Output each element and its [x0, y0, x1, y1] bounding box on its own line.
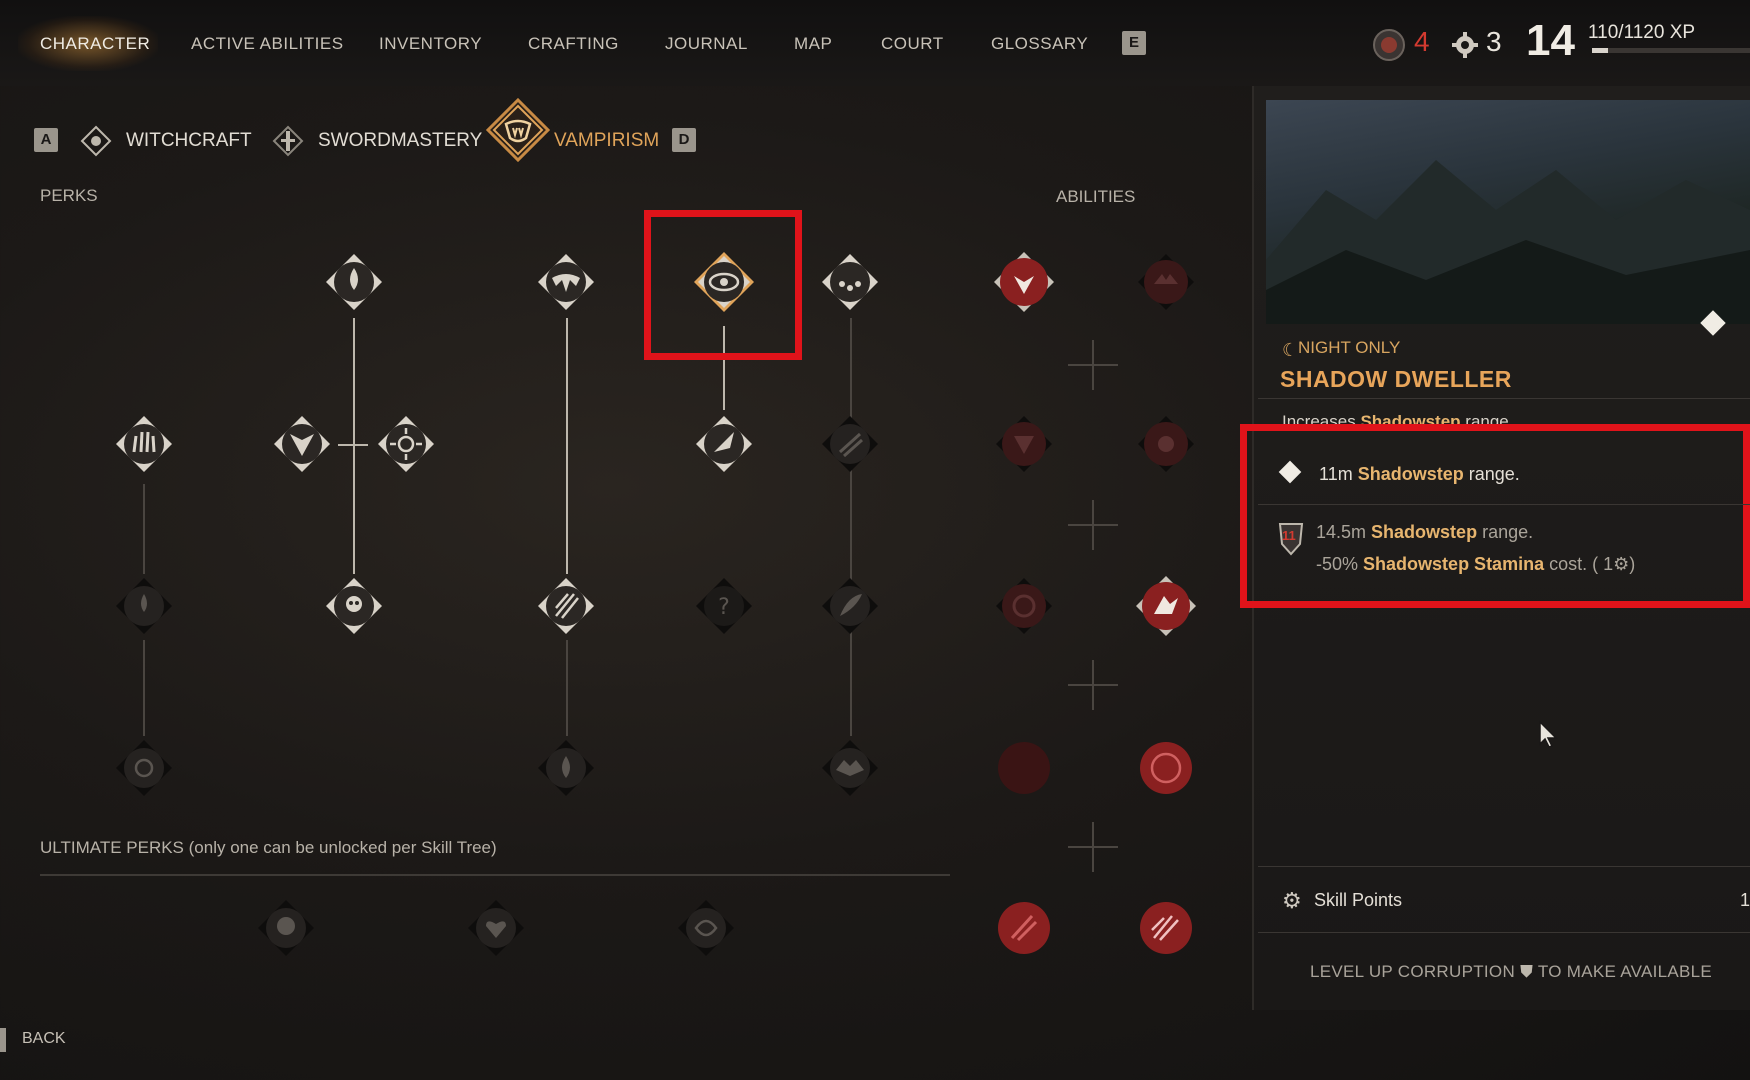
witchcraft-icon[interactable] — [80, 125, 112, 157]
skill-points-icon: ⚙ — [1282, 888, 1302, 913]
perk-connector — [566, 640, 568, 736]
tab-inventory[interactable]: INVENTORY — [379, 34, 482, 54]
perk-node-locked-eye[interactable] — [112, 736, 176, 800]
corruption-small-icon: ⛊ — [1520, 962, 1538, 981]
mouse-cursor — [1538, 720, 1558, 748]
tree-tab-swordmastery[interactable]: SWORDMASTERY — [318, 130, 482, 152]
tab-court[interactable]: COURT — [881, 34, 944, 54]
ultimate-divider — [40, 874, 950, 876]
ability-beast-leap[interactable] — [1134, 574, 1198, 638]
perk-connector — [850, 318, 852, 736]
next-tree-key[interactable]: D — [672, 128, 696, 152]
tier-2-line-1: 14.5m Shadowstep range. — [1316, 522, 1534, 542]
ability-blood-heart[interactable] — [1134, 736, 1198, 800]
player-level: 14 — [1526, 16, 1575, 65]
cost-skill-point-icon: ⚙ — [1613, 554, 1630, 574]
tree-tab-vampirism[interactable]: VAMPIRISM — [554, 130, 659, 152]
corruption-icon — [1372, 28, 1406, 62]
tier-1-row: 11m Shadowstep range. — [1258, 460, 1750, 485]
perk-node-blood-rain[interactable] — [818, 250, 882, 314]
ability-blood-slash[interactable] — [992, 896, 1056, 960]
ultimate-perk-skull[interactable] — [254, 896, 318, 960]
back-button[interactable]: BACK — [22, 1030, 66, 1048]
ability-cross — [1068, 684, 1118, 686]
tier-highlight — [1240, 424, 1750, 608]
perk-node-locked-drops[interactable] — [112, 574, 176, 638]
perk-node-claw-hand[interactable] — [112, 412, 176, 476]
skill-points-label: Skill Points — [1314, 890, 1403, 910]
swordmastery-icon[interactable] — [272, 125, 304, 157]
tree-tab-witchcraft[interactable]: WITCHCRAFT — [126, 130, 252, 152]
perk-node-locked-slash[interactable] — [818, 412, 882, 476]
perk-node-fangs[interactable] — [534, 250, 598, 314]
perk-node-locked-hand[interactable] — [534, 736, 598, 800]
perk-node-unknown-locked[interactable]: ? — [692, 574, 756, 638]
ability-locked-spiral[interactable] — [992, 574, 1056, 638]
perk-node-wolf-head[interactable] — [270, 412, 334, 476]
tab-map[interactable]: MAP — [794, 34, 832, 54]
ability-locked-dark[interactable] — [992, 736, 1056, 800]
perk-node-skull-tree[interactable] — [322, 574, 386, 638]
ability-cross — [1068, 364, 1118, 366]
skill-title: SHADOW DWELLER — [1280, 366, 1512, 392]
ultimate-perks-heading: ULTIMATE PERKS (only one can be unlocked… — [40, 838, 497, 857]
skill-points-count: 3 — [1486, 26, 1502, 57]
skill-preview-image — [1266, 100, 1750, 324]
corruption-points: 4 — [1414, 26, 1430, 57]
abilities-heading: ABILITIES — [1056, 187, 1136, 206]
selected-perk-highlight — [644, 210, 802, 360]
skill-points-value: 1 — [1740, 890, 1750, 910]
prev-tree-key[interactable]: A — [34, 128, 58, 152]
perk-node-blood-drop[interactable] — [322, 250, 386, 314]
ability-blood-claws[interactable] — [1134, 896, 1198, 960]
ability-cross — [1068, 846, 1118, 848]
perks-heading: PERKS — [40, 186, 98, 205]
ability-locked-wolf[interactable] — [992, 412, 1056, 476]
tab-active-abilities[interactable]: ACTIVE ABILITIES — [191, 34, 344, 54]
xp-text: 110/1120 XP — [1588, 22, 1696, 43]
perk-connector — [143, 640, 145, 736]
xp-bar — [1592, 48, 1750, 53]
tab-glossary[interactable]: GLOSSARY — [991, 34, 1088, 54]
vampirism-icon[interactable] — [485, 97, 551, 163]
svg-text:?: ? — [718, 595, 730, 620]
moon-icon: ☾ — [1282, 340, 1299, 360]
perk-node-locked-bat[interactable] — [818, 736, 882, 800]
ability-locked-bat[interactable] — [1134, 250, 1198, 314]
perk-connector — [143, 484, 145, 574]
tier-2-line-2: -50% Shadowstep Stamina cost. ( 1⚙) — [1316, 554, 1636, 574]
ultimate-perk-vortex[interactable] — [674, 896, 738, 960]
unlock-requirement: LEVEL UP CORRUPTION ⛊ TO MAKE AVAILABLE — [1310, 962, 1713, 981]
perk-node-sun-burst[interactable] — [374, 412, 438, 476]
back-key[interactable] — [0, 1028, 6, 1052]
diamond-tier-icon — [1278, 460, 1302, 484]
tab-character[interactable]: CHARACTER — [40, 34, 150, 54]
perk-connector — [566, 318, 568, 574]
perk-node-locked-feather[interactable] — [818, 574, 882, 638]
skill-point-icon — [1450, 30, 1480, 60]
tab-journal[interactable]: JOURNAL — [665, 34, 748, 54]
next-tab-key[interactable]: E — [1122, 31, 1146, 55]
perk-node-claw-marks[interactable] — [534, 574, 598, 638]
tab-crafting[interactable]: CRAFTING — [528, 34, 619, 54]
corruption-tier-level: 11 — [1282, 528, 1296, 543]
xp-bar-fill — [1592, 48, 1608, 53]
perk-connector — [338, 444, 368, 446]
ability-cross — [1068, 524, 1118, 526]
ultimate-perk-heart[interactable] — [464, 896, 528, 960]
ability-locked-burst[interactable] — [1134, 412, 1198, 476]
ability-bite[interactable] — [992, 250, 1056, 314]
night-only-tag: NIGHT ONLY — [1298, 338, 1401, 357]
perk-connector — [353, 318, 355, 574]
perk-node-shadowstep[interactable] — [692, 412, 756, 476]
